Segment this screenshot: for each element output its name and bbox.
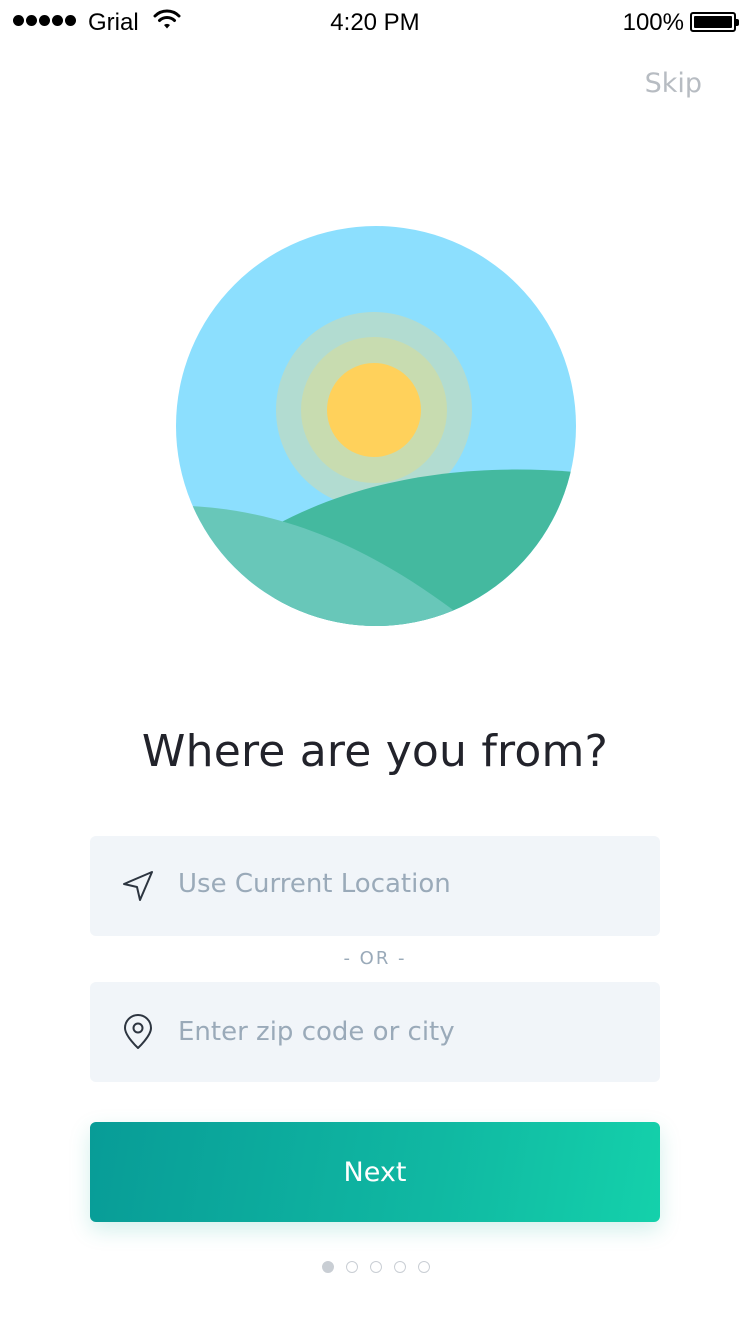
current-location-label: Use Current Location <box>178 869 451 899</box>
status-bar: Grial 4:20 PM 100% <box>0 0 750 44</box>
page-dot[interactable] <box>346 1261 358 1273</box>
landscape-illustration <box>176 226 576 626</box>
battery-percent: 100% <box>622 9 684 36</box>
page-dot[interactable] <box>322 1261 334 1273</box>
page-dot[interactable] <box>418 1261 430 1273</box>
skip-button[interactable]: Skip <box>645 68 702 99</box>
next-button[interactable]: Next <box>90 1122 660 1222</box>
map-pin-icon <box>124 1014 152 1049</box>
sun-icon <box>327 363 421 457</box>
or-separator: - OR - <box>343 948 407 969</box>
page-indicator <box>322 1261 430 1273</box>
battery-icon <box>690 12 739 32</box>
navigation-arrow-icon <box>123 871 153 901</box>
zip-city-input[interactable] <box>178 982 638 1082</box>
zip-city-field[interactable] <box>90 982 660 1082</box>
onboarding-screen: Grial 4:20 PM 100% Skip Where are you fr… <box>0 0 750 1334</box>
page-title: Where are you from? <box>141 726 609 777</box>
use-current-location-button[interactable]: Use Current Location <box>90 836 660 936</box>
page-dot[interactable] <box>394 1261 406 1273</box>
page-dot[interactable] <box>370 1261 382 1273</box>
